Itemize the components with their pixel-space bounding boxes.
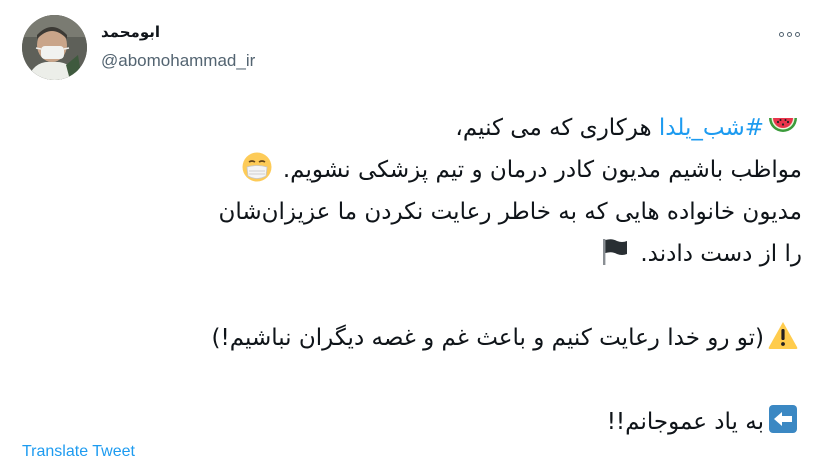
more-horizontal-icon [778,31,800,37]
tweet-line-6: به یاد عموجانم!! [22,401,802,443]
tweet-line-5: (تو رو خدا رعایت کنیم و باعث غم و غصه دی… [22,317,802,359]
avatar[interactable] [22,15,87,80]
tweet-line-5-text: (تو رو خدا رعایت کنیم و باعث غم و غصه دی… [211,325,764,351]
tweet-line-4-text: را از دست دادند. [640,241,802,267]
watermelon-icon [766,108,800,142]
tweet-line-1-text: هرکاری که می کنیم، [455,115,659,141]
tweet-line-2-text: مواظب باشیم مدیون کادر درمان و تیم پزشکی… [282,157,802,183]
translate-tweet-link[interactable]: Translate Tweet [22,442,135,462]
more-options-button[interactable] [772,22,806,46]
tweet-text: #شب_یلدا هرکاری که می کنیم، مواظب باشیم … [22,107,802,443]
handle[interactable]: @abomohammad_ir [101,50,255,72]
tweet-line-2: مواظب باشیم مدیون کادر درمان و تیم پزشکی… [22,149,802,191]
tweet-line-4: را از دست دادند. [22,233,802,275]
warning-icon [766,318,800,352]
face-with-mask-icon [240,150,274,184]
black-flag-icon [597,234,631,268]
left-arrow-icon [766,402,800,436]
tweet-line-3: مدیون خانواده هایی که به خاطر رعایت نکرد… [22,191,802,233]
author-info: ابومحمد @abomohammad_ir [101,22,255,72]
tweet-line-1: #شب_یلدا هرکاری که می کنیم، [22,107,802,149]
tweet-line-6-text: به یاد عموجانم!! [606,409,764,435]
display-name[interactable]: ابومحمد [101,22,255,42]
hashtag-link[interactable]: #شب_یلدا [659,115,764,141]
tweet-line-3-text: مدیون خانواده هایی که به خاطر رعایت نکرد… [218,199,802,225]
tweet-card: ابومحمد @abomohammad_ir #شب_یلدا هرکاری … [0,0,826,473]
